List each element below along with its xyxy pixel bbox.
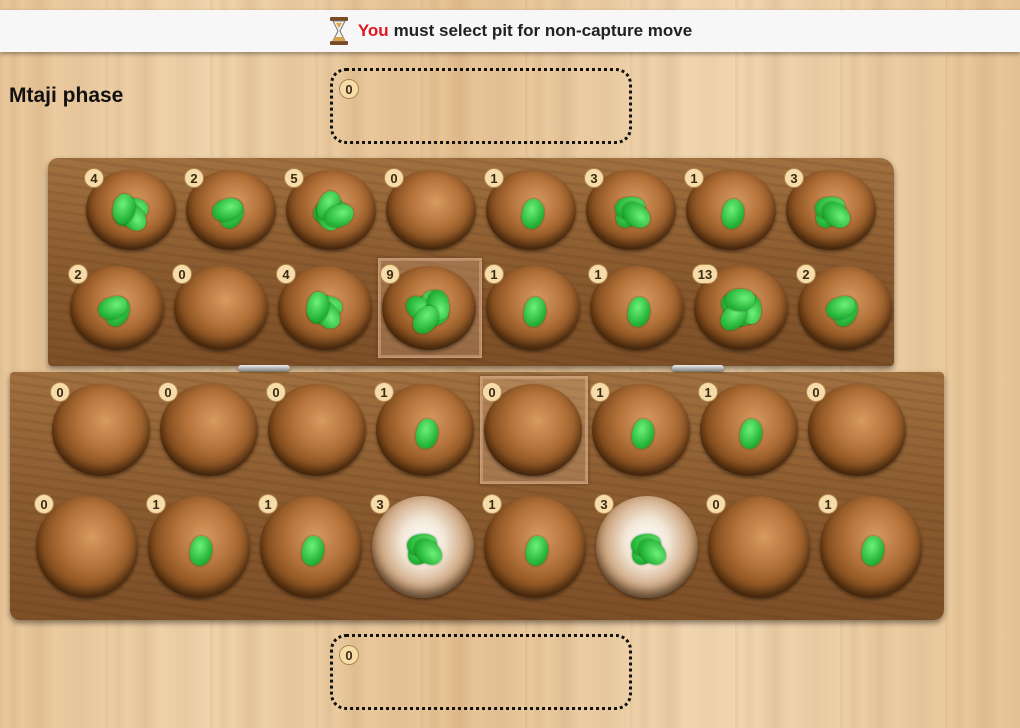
pit-count-badge: 1: [482, 494, 502, 514]
pit-count-badge: 0: [172, 264, 192, 284]
seed: [625, 294, 654, 329]
pit-r3-c3[interactable]: [372, 496, 474, 598]
pit-count-badge: 2: [796, 264, 816, 284]
pit-count-badge: 1: [484, 168, 504, 188]
seed: [737, 416, 766, 451]
pit-r3-c1[interactable]: [148, 496, 250, 598]
pit-r3-c6[interactable]: [708, 496, 810, 598]
pit-count-badge: 4: [84, 168, 104, 188]
pit-count-badge: 0: [158, 382, 178, 402]
status-message: must select pit for non-capture move: [393, 21, 693, 40]
hinge-right: [672, 365, 724, 371]
phase-label: Mtaji phase: [9, 84, 124, 107]
pit-r3-c4[interactable]: [484, 496, 586, 598]
pit-count-badge: 2: [68, 264, 88, 284]
pit-count-badge: 0: [34, 494, 54, 514]
pit-count-badge: 3: [784, 168, 804, 188]
seeds: [148, 496, 250, 598]
pit-count-badge: 0: [482, 382, 502, 402]
pit-count-badge: 1: [374, 382, 394, 402]
seed: [859, 533, 888, 568]
store-count: 0: [339, 79, 359, 99]
seeds: [484, 496, 586, 598]
pit-r3-c7[interactable]: [820, 496, 922, 598]
pit-count-badge: 1: [590, 382, 610, 402]
pit-count-badge: 1: [484, 264, 504, 284]
opponent-store: 0: [330, 68, 632, 144]
pit-count-badge: 1: [684, 168, 704, 188]
seeds: [36, 496, 138, 598]
game-board: 4 2 5 0 1 3 1 3 2 0 4 9 1 1 13 2 0 0 0 1 0 1 1 0 0 1 1 3 1 3 0 1: [10, 158, 944, 620]
pit-r3-c5[interactable]: [596, 496, 698, 598]
seed: [187, 533, 216, 568]
seeds: [596, 496, 698, 598]
pit-r3-c0[interactable]: [36, 496, 138, 598]
pit-count-badge: 1: [258, 494, 278, 514]
pit-count-badge: 0: [384, 168, 404, 188]
pit-count-badge: 9: [380, 264, 400, 284]
seed: [413, 416, 442, 451]
seeds: [260, 496, 362, 598]
pit-count-badge: 0: [50, 382, 70, 402]
seed: [299, 533, 328, 568]
pit-count-badge: 1: [698, 382, 718, 402]
pit-count-badge: 0: [706, 494, 726, 514]
store-count: 0: [339, 645, 359, 665]
seed: [519, 196, 548, 231]
pit-count-badge: 1: [588, 264, 608, 284]
seeds: [708, 496, 810, 598]
seeds: [820, 496, 922, 598]
seeds: [372, 496, 474, 598]
hourglass-icon: [329, 17, 348, 45]
pit-count-badge: 1: [146, 494, 166, 514]
pit-count-badge: 3: [594, 494, 614, 514]
pit-count-badge: 3: [370, 494, 390, 514]
status-bar: You must select pit for non-capture move: [0, 10, 1020, 52]
pit-count-badge: 0: [266, 382, 286, 402]
seed: [719, 196, 748, 231]
seed: [523, 533, 552, 568]
seed: [629, 416, 658, 451]
current-player-name: You: [357, 21, 389, 40]
pit-count-badge: 1: [818, 494, 838, 514]
pit-count-badge: 4: [276, 264, 296, 284]
pit-r3-c2[interactable]: [260, 496, 362, 598]
pit-count-badge: 3: [584, 168, 604, 188]
pit-count-badge: 5: [284, 168, 304, 188]
hinge-left: [238, 365, 290, 371]
pit-count-badge: 2: [184, 168, 204, 188]
seed: [521, 294, 550, 329]
player-store: 0: [330, 634, 632, 710]
pit-count-badge: 13: [692, 264, 718, 284]
pit-count-badge: 0: [806, 382, 826, 402]
